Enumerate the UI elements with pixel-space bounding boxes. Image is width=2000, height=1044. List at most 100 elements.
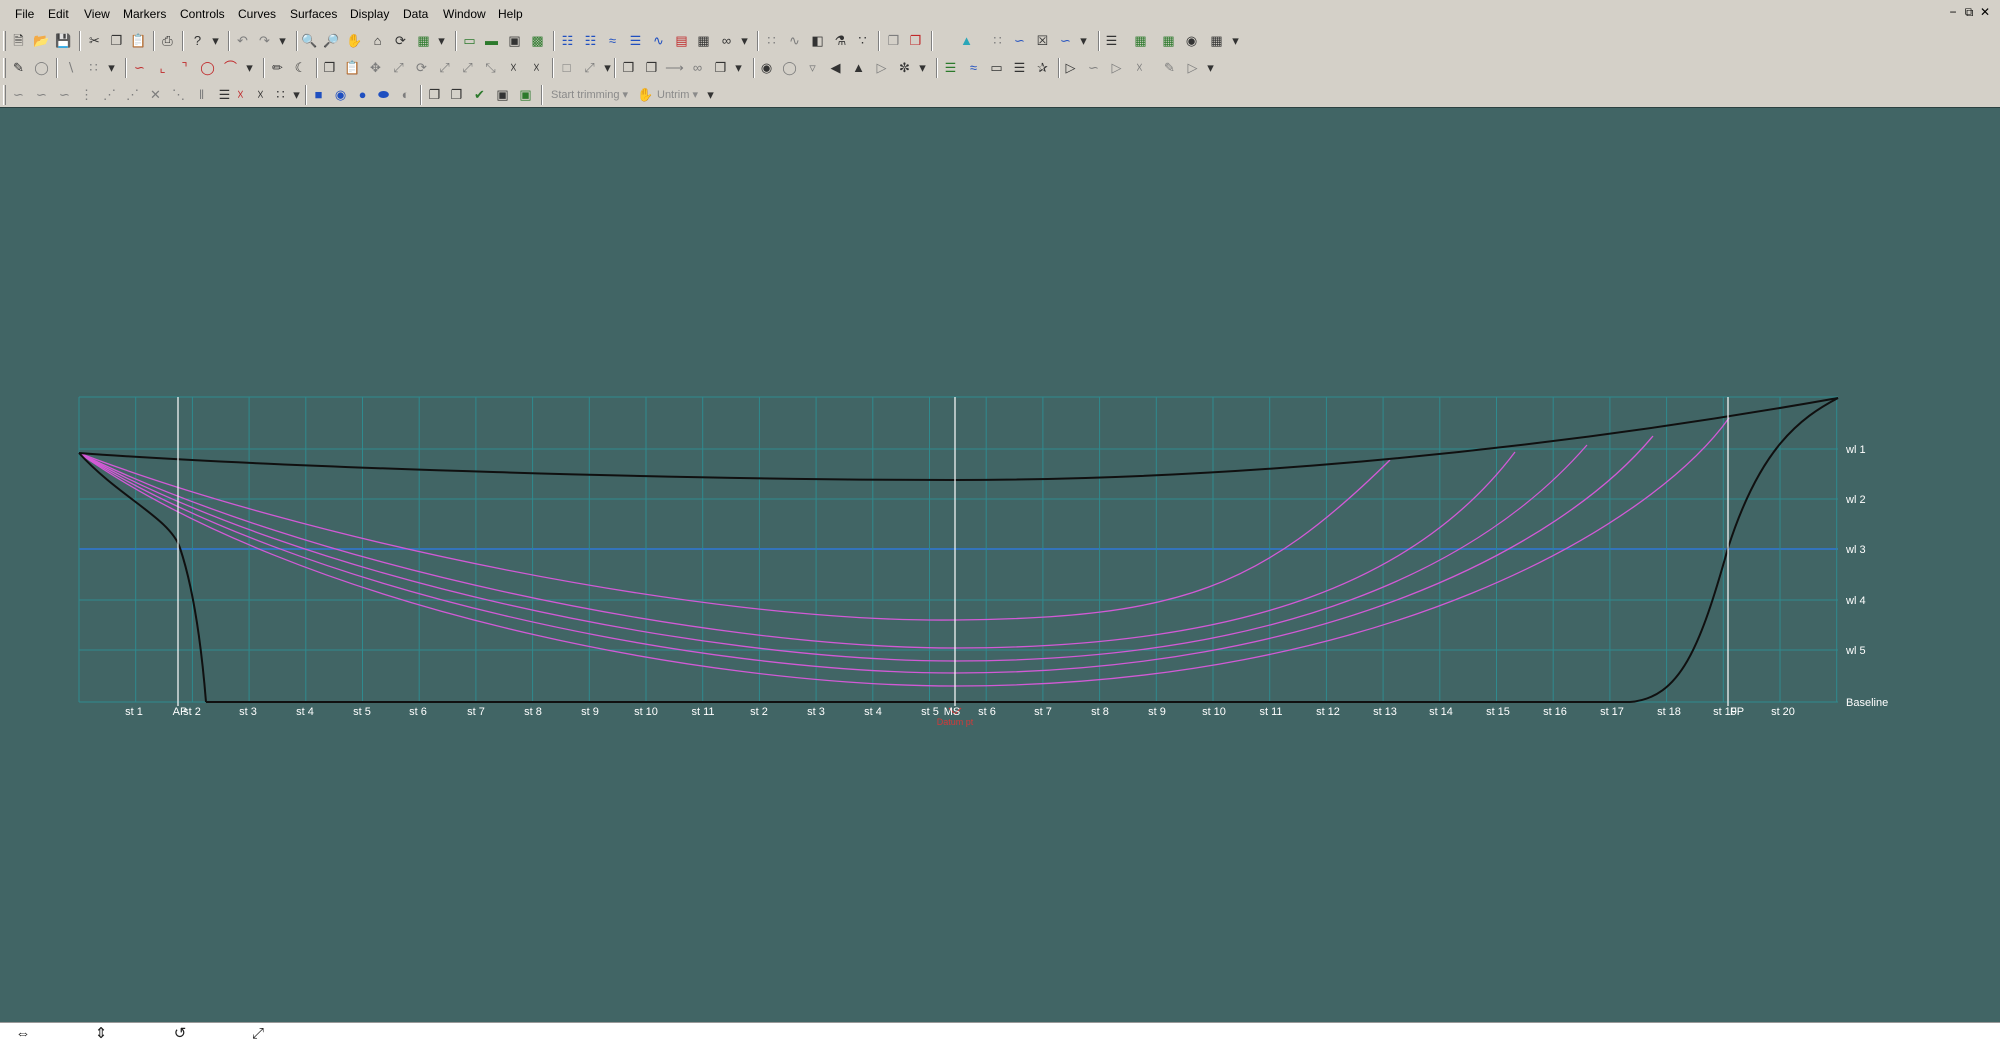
profile-view-icon[interactable]: ▭ <box>460 31 479 50</box>
shape-add-icon[interactable]: ▣ <box>493 85 512 104</box>
snap-line-icon[interactable]: ☓ <box>527 58 546 77</box>
add-point-icon[interactable]: ∖ <box>61 58 80 77</box>
offset-curve-icon[interactable]: ∽ <box>1056 31 1075 50</box>
curvature-view-icon[interactable]: ∿ <box>649 31 668 50</box>
menu-markers[interactable]: Markers <box>123 7 166 21</box>
dropdown-arrow-icon[interactable]: ▾ <box>240 58 259 77</box>
dropdown-arrow-icon[interactable]: ▾ <box>913 58 932 77</box>
trim-edge-icon[interactable]: ▷ <box>1061 58 1080 77</box>
offset-line-icon[interactable]: ⋱ <box>169 85 188 104</box>
spline-icon[interactable]: ∽ <box>130 58 149 77</box>
undo-icon[interactable]: ↶ <box>233 31 252 50</box>
torus-icon[interactable]: ⬬ <box>374 85 393 104</box>
redo-icon[interactable]: ↷ <box>255 31 274 50</box>
menu-window[interactable]: Window <box>443 7 486 21</box>
dropdown-arrow-icon[interactable]: ▾ <box>1074 31 1093 50</box>
render-icon[interactable]: ◉ <box>1182 31 1201 50</box>
restore-icon[interactable]: ⧉ <box>1962 5 1976 19</box>
stretch-icon[interactable]: ⤢ <box>458 58 477 77</box>
copy-layer-icon[interactable]: ❐ <box>884 31 903 50</box>
hide-icon[interactable]: ◧ <box>808 31 827 50</box>
funnel-icon[interactable]: ▿ <box>803 58 822 77</box>
diagonal-line-icon[interactable]: ⋰ <box>100 85 119 104</box>
properties-icon[interactable]: ☰ <box>1102 31 1121 50</box>
table-grid-icon[interactable]: ▦ <box>1207 31 1226 50</box>
join-icon[interactable]: ❐ <box>642 58 661 77</box>
trim-shape-icon[interactable]: ▷ <box>1107 58 1126 77</box>
vertical-line-icon[interactable]: ⋮ <box>77 85 96 104</box>
zoom-in-icon[interactable]: 🔍 <box>300 31 319 50</box>
surface-net-icon[interactable]: ☰ <box>941 58 960 77</box>
rotate-view-icon[interactable]: ⟳ <box>391 31 410 50</box>
box-solid-icon[interactable]: ■ <box>309 85 328 104</box>
untrim-icon[interactable]: ✋ <box>636 85 655 104</box>
sphere-icon[interactable]: ◉ <box>757 58 776 77</box>
cylinder-icon[interactable]: ◉ <box>331 85 350 104</box>
circle-red-icon[interactable]: ◯ <box>198 58 217 77</box>
zoom-out-icon[interactable]: 🔎 <box>322 31 341 50</box>
fit-nodes-icon[interactable]: ⤢ <box>580 58 599 77</box>
move-icon[interactable]: ✥ <box>366 58 385 77</box>
sphere-solid-icon[interactable]: ● <box>353 85 372 104</box>
curve-smooth-icon[interactable]: ∽ <box>55 85 74 104</box>
surface-stack-icon[interactable]: ☰ <box>1010 58 1029 77</box>
dropdown-arrow-icon[interactable]: ▾ <box>102 58 121 77</box>
menu-display[interactable]: Display <box>350 7 389 21</box>
dropdown-arrow-icon[interactable]: ▾ <box>206 31 225 50</box>
copy-icon[interactable]: ❐ <box>107 31 126 50</box>
view-options-icon[interactable]: ▦ <box>414 31 433 50</box>
moon-icon[interactable]: ☾ <box>291 58 310 77</box>
snap-cross-icon[interactable]: ☓ <box>504 58 523 77</box>
circle-tool-icon[interactable]: ◯ <box>32 58 51 77</box>
menu-data[interactable]: Data <box>403 7 428 21</box>
trim-cut-icon[interactable]: ☓ <box>1130 58 1149 77</box>
perspective-view-icon[interactable]: ▩ <box>528 31 547 50</box>
rotate-icon[interactable]: ↺ <box>170 1025 190 1043</box>
knuckle-icon[interactable]: ⌞ <box>153 58 172 77</box>
minimize-icon[interactable]: − <box>1946 5 1960 19</box>
zoom-fit-icon[interactable]: ⤢ <box>248 1025 268 1043</box>
menu-curves[interactable]: Curves <box>238 7 276 21</box>
plane-left-icon[interactable]: ◀ <box>826 58 845 77</box>
plan-view-icon[interactable]: ▬ <box>482 31 501 50</box>
design-viewport[interactable]: st 1 AP st 2st 3st 4st 5st 6st 7st 8st 9st… <box>0 107 2000 1022</box>
dropdown-arrow-icon[interactable]: ▾ <box>432 31 451 50</box>
layers-icon[interactable]: ▦ <box>1131 31 1150 50</box>
link-icon[interactable]: ⟶ <box>665 58 684 77</box>
arc-icon[interactable]: ⌒ <box>221 58 240 77</box>
help-pointer-icon[interactable]: ? <box>188 31 207 50</box>
cone-icon[interactable]: ▲ <box>849 58 868 77</box>
rotate-icon[interactable]: ⟳ <box>412 58 431 77</box>
close-icon[interactable]: ✕ <box>1978 5 1992 19</box>
home-view-icon[interactable]: ⌂ <box>368 31 387 50</box>
menu-file[interactable]: File <box>15 7 34 21</box>
paste-object-icon[interactable]: 📋 <box>343 58 362 77</box>
toolbar-grip[interactable] <box>3 58 6 78</box>
grid-toggle-icon[interactable]: ▦ <box>1159 31 1178 50</box>
pan-hand-icon[interactable]: ✋ <box>345 31 364 50</box>
group-icon[interactable]: ❐ <box>711 58 730 77</box>
check-icon[interactable]: ✔ <box>470 85 489 104</box>
surface-fill-icon[interactable]: ▭ <box>987 58 1006 77</box>
table-icon[interactable]: ▦ <box>694 31 713 50</box>
dropdown-arrow-icon[interactable]: ▾ <box>1226 31 1245 50</box>
grid-view-icon[interactable]: ☷ <box>581 31 600 50</box>
mirror-icon[interactable]: ⤢ <box>435 58 454 77</box>
delete-crossing-icon[interactable]: ☓ <box>231 85 250 104</box>
label-icon[interactable]: ▷ <box>1183 58 1202 77</box>
shape-merge-icon[interactable]: ▣ <box>516 85 535 104</box>
intersect-icon[interactable]: ∷ <box>988 31 1007 50</box>
menu-help[interactable]: Help <box>498 7 523 21</box>
parallel-line-icon[interactable]: ‖ <box>192 85 211 104</box>
dropdown-arrow-icon[interactable]: ▾ <box>735 31 754 50</box>
plane-right-icon[interactable]: ▷ <box>872 58 891 77</box>
print-icon[interactable]: ⎙ <box>158 31 177 50</box>
chain-icon[interactable]: ∞ <box>688 58 707 77</box>
ruling-icon[interactable]: ∵ <box>853 31 872 50</box>
menu-view[interactable]: View <box>84 7 110 21</box>
menu-edit[interactable]: Edit <box>48 7 69 21</box>
menu-surfaces[interactable]: Surfaces <box>290 7 337 21</box>
untrim-dropdown[interactable]: Untrim ▾ <box>657 88 698 101</box>
delete-layer-icon[interactable]: ❐ <box>906 31 925 50</box>
circle-outline-icon[interactable]: ◯ <box>780 58 799 77</box>
